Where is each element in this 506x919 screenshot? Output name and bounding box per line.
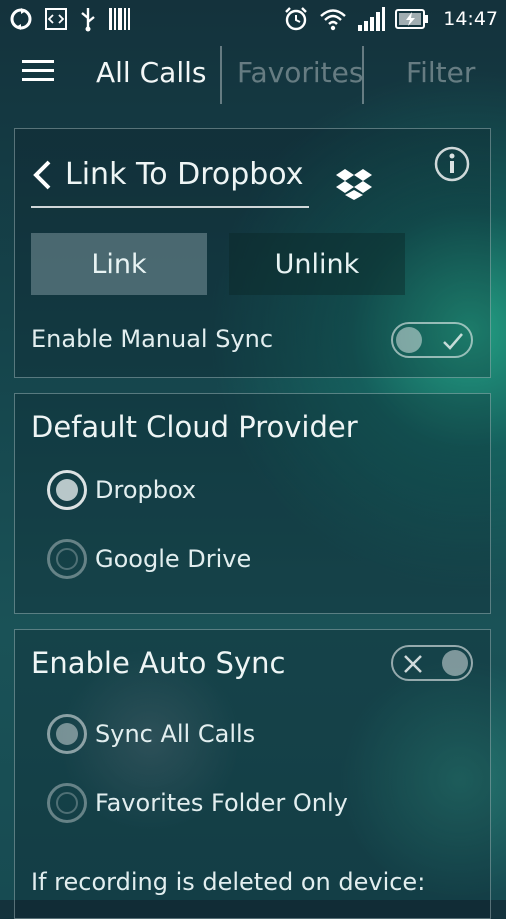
usb-icon bbox=[81, 8, 95, 32]
auto-sync-card: Enable Auto Sync Sync All Calls Favorite… bbox=[14, 629, 491, 919]
radio-label: Dropbox bbox=[95, 476, 197, 504]
manual-sync-label: Enable Manual Sync bbox=[31, 325, 274, 353]
radio-button[interactable] bbox=[47, 783, 87, 823]
radio-label: Favorites Folder Only bbox=[95, 789, 348, 817]
sync-icon bbox=[10, 8, 32, 30]
status-bar-right: 14:47 bbox=[283, 6, 498, 32]
title-underline bbox=[31, 206, 309, 208]
tab-divider bbox=[220, 46, 222, 104]
tab-filter[interactable]: Filter bbox=[406, 56, 475, 89]
chevron-left-icon bbox=[33, 160, 51, 189]
unlink-button[interactable]: Unlink bbox=[229, 233, 405, 295]
info-icon[interactable] bbox=[433, 145, 471, 183]
link-dropbox-card: Link To Dropbox Link Unlink Enable Manua… bbox=[14, 128, 491, 378]
clock: 14:47 bbox=[443, 8, 498, 30]
battery-charging-icon bbox=[395, 9, 429, 29]
barcode-icon bbox=[109, 8, 130, 30]
manual-sync-toggle[interactable] bbox=[391, 322, 473, 358]
radio-button[interactable] bbox=[47, 470, 87, 510]
tab-divider bbox=[362, 46, 364, 104]
radio-google-drive[interactable]: Google Drive bbox=[47, 539, 251, 579]
section-title: Enable Auto Sync bbox=[31, 646, 286, 680]
radio-sync-all-calls[interactable]: Sync All Calls bbox=[47, 714, 255, 754]
wifi-icon bbox=[320, 9, 347, 31]
radio-button[interactable] bbox=[47, 539, 87, 579]
toggle-knob bbox=[442, 650, 468, 676]
alarm-icon bbox=[285, 7, 308, 31]
cloud-provider-card: Default Cloud Provider Dropbox Google Dr… bbox=[14, 393, 491, 614]
code-icon bbox=[45, 8, 67, 30]
status-bar-left bbox=[8, 6, 130, 32]
section-title: Default Cloud Provider bbox=[31, 410, 358, 444]
status-bar: 14:47 bbox=[0, 0, 506, 38]
close-icon bbox=[404, 655, 422, 673]
tab-all-calls[interactable]: All Calls bbox=[96, 56, 206, 89]
link-button[interactable]: Link bbox=[31, 233, 207, 295]
radio-favorites-folder-only[interactable]: Favorites Folder Only bbox=[47, 783, 348, 823]
radio-label: Sync All Calls bbox=[95, 720, 256, 748]
card-title: Link To Dropbox bbox=[65, 157, 304, 192]
check-icon bbox=[443, 333, 463, 350]
menu-icon bbox=[22, 60, 54, 63]
menu-button[interactable] bbox=[22, 60, 54, 88]
signal-icon bbox=[358, 7, 386, 31]
tab-favorites[interactable]: Favorites bbox=[237, 56, 363, 89]
toggle-knob bbox=[396, 327, 422, 353]
auto-sync-toggle[interactable] bbox=[391, 645, 473, 681]
dropbox-icon bbox=[336, 169, 372, 200]
radio-dropbox[interactable]: Dropbox bbox=[47, 470, 196, 510]
back-button[interactable]: Link To Dropbox bbox=[31, 157, 304, 192]
app-bar: All Calls Favorites Filter bbox=[0, 44, 506, 106]
deleted-recording-label: If recording is deleted on device: bbox=[31, 868, 426, 896]
radio-label: Google Drive bbox=[95, 545, 252, 573]
radio-button[interactable] bbox=[47, 714, 87, 754]
